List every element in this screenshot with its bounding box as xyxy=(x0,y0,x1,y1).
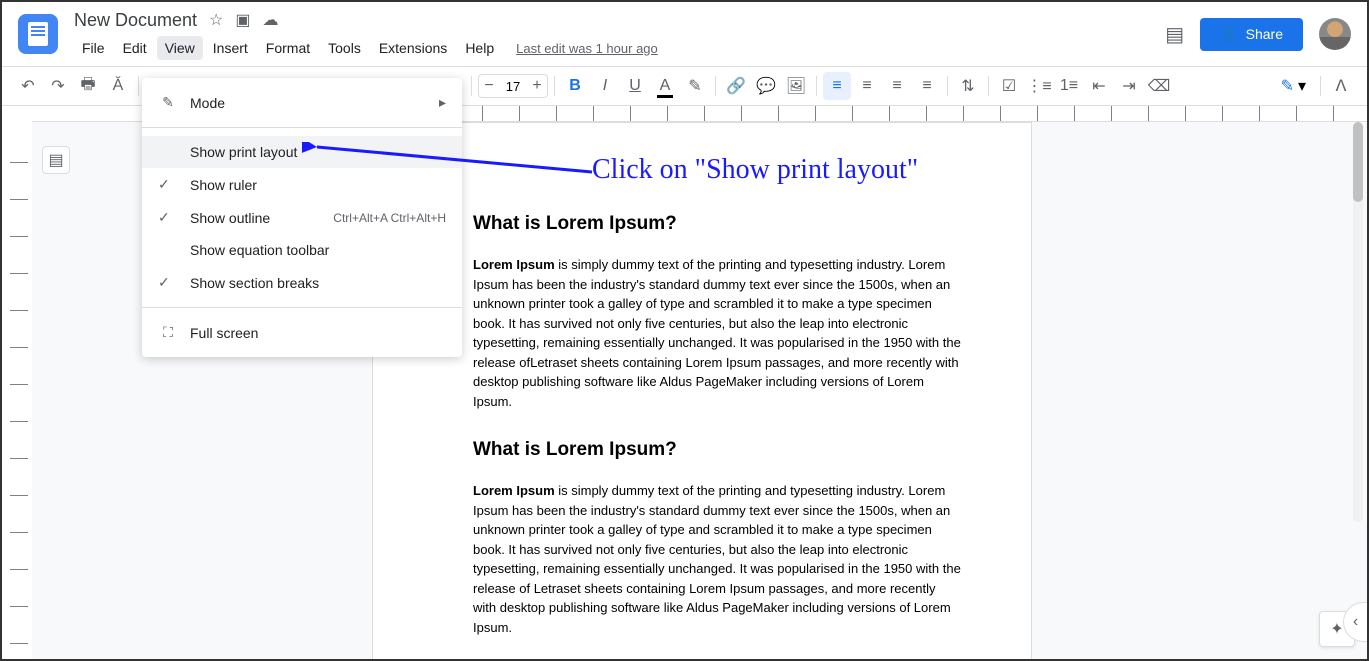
menu-show-equation-toolbar[interactable]: Show equation toolbar xyxy=(142,234,462,266)
chevron-down-icon: ▾ xyxy=(1298,76,1306,96)
menu-format[interactable]: Format xyxy=(258,36,318,60)
heading-1: What is Lorem Ipsum? xyxy=(473,213,961,235)
link-button[interactable]: 🔗 xyxy=(722,72,750,100)
line-spacing-button[interactable]: ⇅ xyxy=(954,72,982,100)
docs-logo[interactable] xyxy=(18,14,58,54)
font-size-decrease[interactable]: − xyxy=(479,77,499,95)
person-icon: 👤 xyxy=(1220,26,1237,43)
heading-2: What is Lorem Ipsum? xyxy=(473,439,961,461)
print-layout-label: Show print layout xyxy=(190,144,297,160)
menu-show-print-layout[interactable]: Show print layout xyxy=(142,136,462,168)
chevron-right-icon: ▸ xyxy=(439,94,446,111)
align-center-button[interactable]: ≡ xyxy=(853,72,881,100)
equation-label: Show equation toolbar xyxy=(190,242,329,258)
align-justify-button[interactable]: ≡ xyxy=(913,72,941,100)
menu-bar: File Edit View Insert Format Tools Exten… xyxy=(74,34,1165,62)
mode-label: Mode xyxy=(190,95,225,111)
document-title[interactable]: New Document xyxy=(74,10,197,31)
section-breaks-label: Show section breaks xyxy=(190,275,319,291)
undo-button[interactable]: ↶ xyxy=(14,72,42,100)
share-button[interactable]: 👤 Share xyxy=(1200,18,1303,51)
bullet-list-button[interactable]: ⋮≡ xyxy=(1025,72,1053,100)
menu-tools[interactable]: Tools xyxy=(320,36,369,60)
view-menu-dropdown: ✎ Mode ▸ Show print layout ✓ Show ruler … xyxy=(142,78,462,357)
fullscreen-icon: ⛶ xyxy=(158,324,178,341)
redo-button[interactable]: ↷ xyxy=(44,72,72,100)
check-icon: ✓ xyxy=(158,209,178,226)
menu-view[interactable]: View xyxy=(157,36,203,60)
indent-button[interactable]: ⇥ xyxy=(1115,72,1143,100)
comment-button[interactable]: 💬 xyxy=(752,72,780,100)
menu-full-screen[interactable]: ⛶ Full screen xyxy=(142,316,462,349)
font-size-value[interactable]: 17 xyxy=(499,79,527,94)
italic-button[interactable]: I xyxy=(591,72,619,100)
numbered-list-button[interactable]: 1≡ xyxy=(1055,72,1083,100)
align-left-button[interactable]: ≡ xyxy=(823,72,851,100)
paragraph-2: Lorem Ipsum is simply dummy text of the … xyxy=(473,481,961,637)
collapse-toolbar-button[interactable]: ᐱ xyxy=(1327,72,1355,100)
check-icon: ✓ xyxy=(158,274,178,291)
paragraph-1: Lorem Ipsum is simply dummy text of the … xyxy=(473,255,961,411)
title-area: New Document ☆ ▣ ☁ File Edit View Insert… xyxy=(74,6,1165,62)
spellcheck-button[interactable]: Ǎ xyxy=(104,72,132,100)
menu-edit[interactable]: Edit xyxy=(115,36,155,60)
move-icon[interactable]: ▣ xyxy=(235,10,250,30)
menu-help[interactable]: Help xyxy=(457,36,502,60)
share-label: Share xyxy=(1246,26,1283,42)
bold-button[interactable]: B xyxy=(561,72,589,100)
font-size-increase[interactable]: + xyxy=(527,77,547,95)
font-size-control: − 17 + xyxy=(478,74,548,98)
underline-button[interactable]: U xyxy=(621,72,649,100)
vertical-scrollbar[interactable] xyxy=(1353,122,1363,522)
checklist-button[interactable]: ☑ xyxy=(995,72,1023,100)
scroll-thumb[interactable] xyxy=(1353,122,1363,202)
outline-label: Show outline xyxy=(190,210,270,226)
pencil-icon: ✎ xyxy=(158,94,178,111)
vertical-ruler xyxy=(2,106,32,659)
clear-format-button[interactable]: ⌫ xyxy=(1145,72,1173,100)
text-color-button[interactable]: A xyxy=(651,72,679,100)
pen-icon: ✎ xyxy=(1281,76,1294,96)
cloud-icon[interactable]: ☁ xyxy=(263,10,279,30)
menu-show-ruler[interactable]: ✓ Show ruler xyxy=(142,168,462,201)
menu-extensions[interactable]: Extensions xyxy=(371,36,455,60)
highlight-button[interactable]: ✎ xyxy=(681,72,709,100)
menu-show-outline[interactable]: ✓ Show outline Ctrl+Alt+A Ctrl+Alt+H xyxy=(142,201,462,234)
fullscreen-label: Full screen xyxy=(190,325,258,341)
outdent-button[interactable]: ⇤ xyxy=(1085,72,1113,100)
menu-file[interactable]: File xyxy=(74,36,113,60)
ruler-label: Show ruler xyxy=(190,177,257,193)
check-icon: ✓ xyxy=(158,176,178,193)
print-button[interactable]: 🖶 xyxy=(74,72,102,100)
header: New Document ☆ ▣ ☁ File Edit View Insert… xyxy=(2,2,1367,66)
align-right-button[interactable]: ≡ xyxy=(883,72,911,100)
menu-mode[interactable]: ✎ Mode ▸ xyxy=(142,86,462,119)
editing-mode-button[interactable]: ✎ ▾ xyxy=(1273,72,1314,100)
last-edit-link[interactable]: Last edit was 1 hour ago xyxy=(516,41,658,56)
menu-show-section-breaks[interactable]: ✓ Show section breaks xyxy=(142,266,462,299)
outline-shortcut: Ctrl+Alt+A Ctrl+Alt+H xyxy=(333,211,446,225)
outline-toggle-button[interactable]: ▤ xyxy=(42,146,70,174)
image-button[interactable]: 🖼 xyxy=(782,72,810,100)
user-avatar[interactable] xyxy=(1319,18,1351,50)
document-page[interactable]: What is Lorem Ipsum? Lorem Ipsum is simp… xyxy=(372,122,1032,659)
menu-insert[interactable]: Insert xyxy=(205,36,256,60)
comments-icon[interactable]: ▤ xyxy=(1165,22,1184,47)
star-icon[interactable]: ☆ xyxy=(209,10,223,30)
